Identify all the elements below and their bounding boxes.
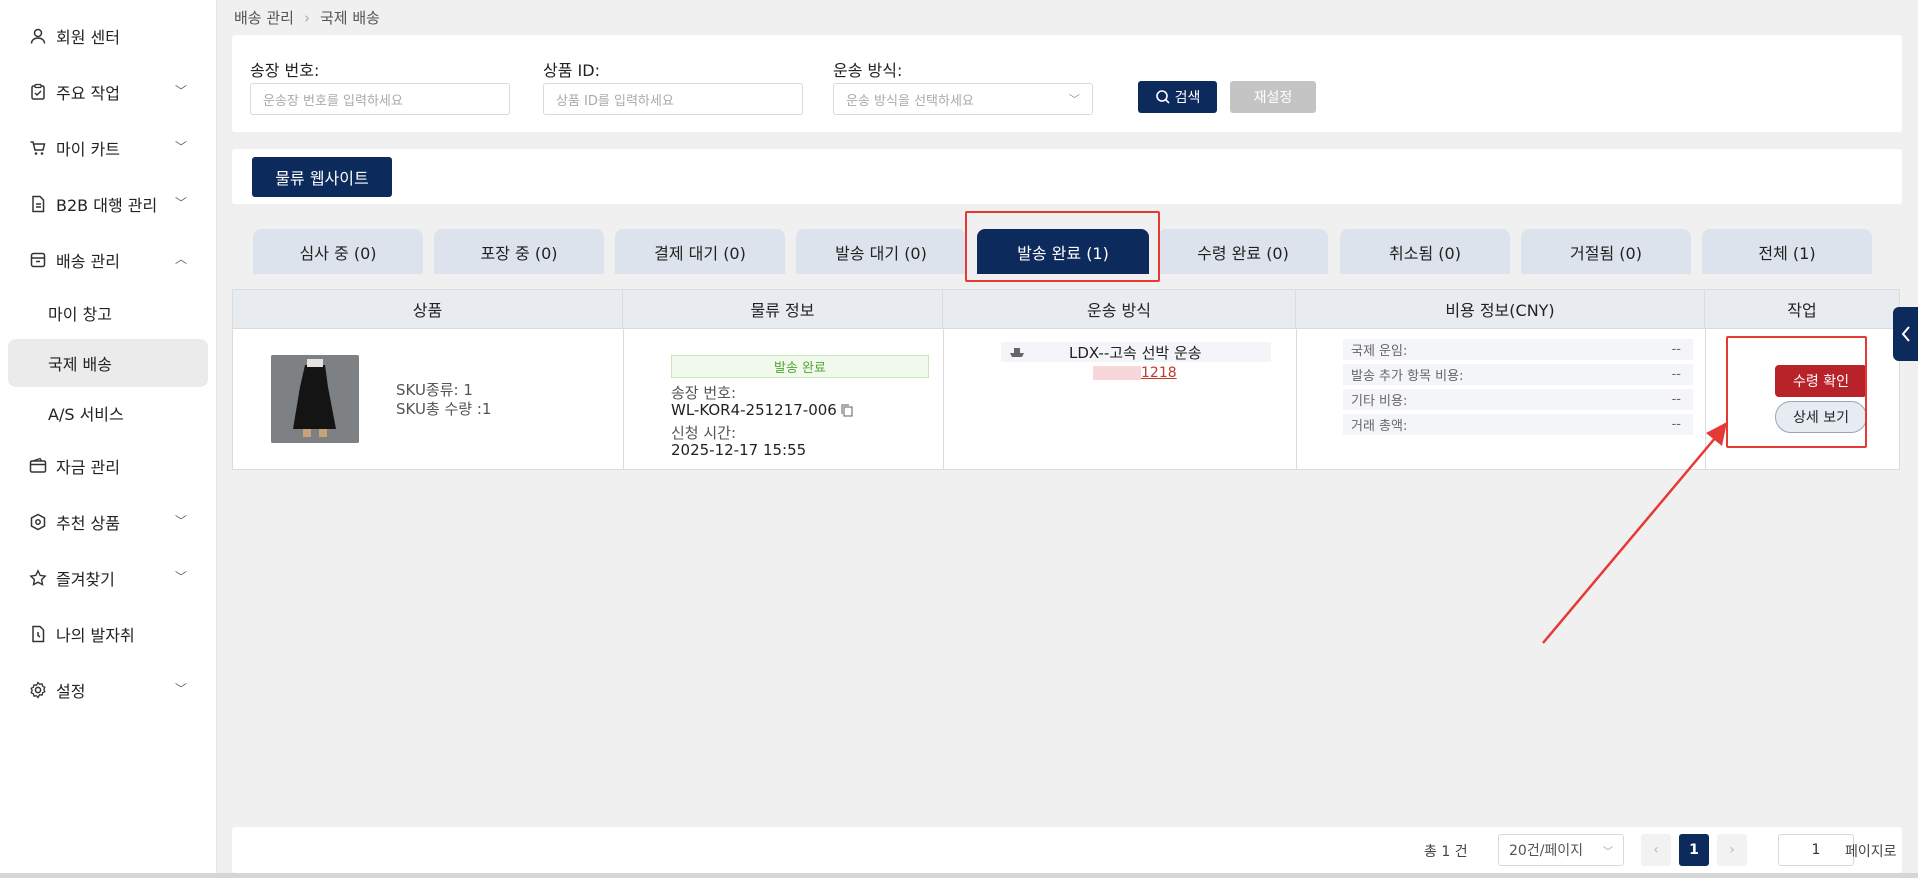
nav-label: 배송 관리: [56, 252, 120, 271]
star-icon: [28, 568, 48, 588]
gear-badge-icon: [28, 512, 48, 532]
settings-icon: [28, 680, 48, 700]
pagination: 총 1 건 20건/페이지 ﹀ ‹ 1 › 1: [232, 827, 1902, 873]
footprint-icon: [28, 624, 48, 644]
total-count: 총 1 건: [1424, 844, 1468, 860]
sidebar-item-my-warehouse[interactable]: 마이 창고: [8, 289, 208, 337]
nav-label: 자금 관리: [56, 458, 120, 477]
chevron-down-icon: ﹀: [174, 570, 187, 584]
sub-label: 마이 창고: [48, 305, 112, 324]
sidebar-item-as-service[interactable]: A/S 서비스: [8, 389, 208, 437]
page-size-value: 20건/페이지: [1509, 843, 1584, 859]
nav-label: B2B 대행 관리: [56, 196, 158, 215]
bottom-scrollbar[interactable]: [0, 873, 1918, 878]
chevron-left-icon: [1901, 326, 1910, 342]
sub-label: A/S 서비스: [48, 405, 124, 424]
box-icon: [28, 250, 48, 270]
chevron-down-icon: ﹀: [174, 84, 187, 98]
chevron-up-icon: ︿: [174, 252, 187, 266]
chevron-down-icon: ﹀: [174, 682, 187, 696]
page-size-select[interactable]: 20건/페이지 ﹀: [1498, 834, 1624, 866]
nav-footprint[interactable]: 나의 발자취: [0, 612, 217, 656]
chevron-down-icon: ﹀: [1603, 846, 1613, 858]
chevron-right-icon: ›: [1729, 842, 1735, 858]
nav-shipping[interactable]: 배송 관리 ︿: [0, 238, 217, 282]
next-page-button[interactable]: ›: [1717, 834, 1747, 866]
nav-label: 즐겨찾기: [56, 570, 115, 589]
chevron-down-icon: ﹀: [174, 140, 187, 154]
main-content: 배송 관리 › 국제 배송 송장 번호: 운송장 번호를 입력하세요 상품 ID: …: [217, 0, 1918, 878]
goto-page-label: 페이지로: [1845, 844, 1897, 860]
nav-label: 나의 발자취: [56, 626, 135, 645]
nav-funds[interactable]: 자금 관리: [0, 444, 217, 488]
nav-label: 마이 카트: [56, 140, 120, 159]
sidebar: 회원 센터 주요 작업 ﹀ 마이 카트 ﹀ B2B 대행 관리 ﹀ 배송 관리 …: [0, 0, 217, 878]
prev-page-button[interactable]: ‹: [1641, 834, 1671, 866]
nav-label: 추천 상품: [56, 514, 120, 533]
nav-my-cart[interactable]: 마이 카트 ﹀: [0, 126, 217, 170]
page-button-current[interactable]: 1: [1679, 834, 1709, 866]
nav-main-tasks[interactable]: 주요 작업 ﹀: [0, 70, 217, 114]
panel-toggle-button[interactable]: [1893, 307, 1918, 361]
chevron-down-icon: ﹀: [174, 196, 187, 210]
nav-b2b[interactable]: B2B 대행 관리 ﹀: [0, 182, 217, 226]
user-icon: [28, 26, 48, 46]
chevron-down-icon: ﹀: [174, 514, 187, 528]
document-icon: [28, 194, 48, 214]
chevron-left-icon: ‹: [1653, 842, 1659, 858]
nav-favorites[interactable]: 즐겨찾기 ﹀: [0, 556, 217, 600]
cart-icon: [28, 138, 48, 158]
sub-label: 국제 배송: [48, 355, 112, 374]
annotation-arrow: [1542, 422, 1727, 644]
wallet-icon: [28, 456, 48, 476]
nav-label: 설정: [56, 682, 86, 701]
nav-label: 회원 센터: [56, 28, 120, 47]
nav-settings[interactable]: 설정 ﹀: [0, 668, 217, 712]
nav-recommended[interactable]: 추천 상품 ﹀: [0, 500, 217, 544]
clipboard-icon: [28, 82, 48, 102]
nav-member-center[interactable]: 회원 센터: [0, 14, 217, 58]
nav-label: 주요 작업: [56, 84, 120, 103]
sidebar-item-international-shipping[interactable]: 국제 배송: [8, 339, 208, 387]
